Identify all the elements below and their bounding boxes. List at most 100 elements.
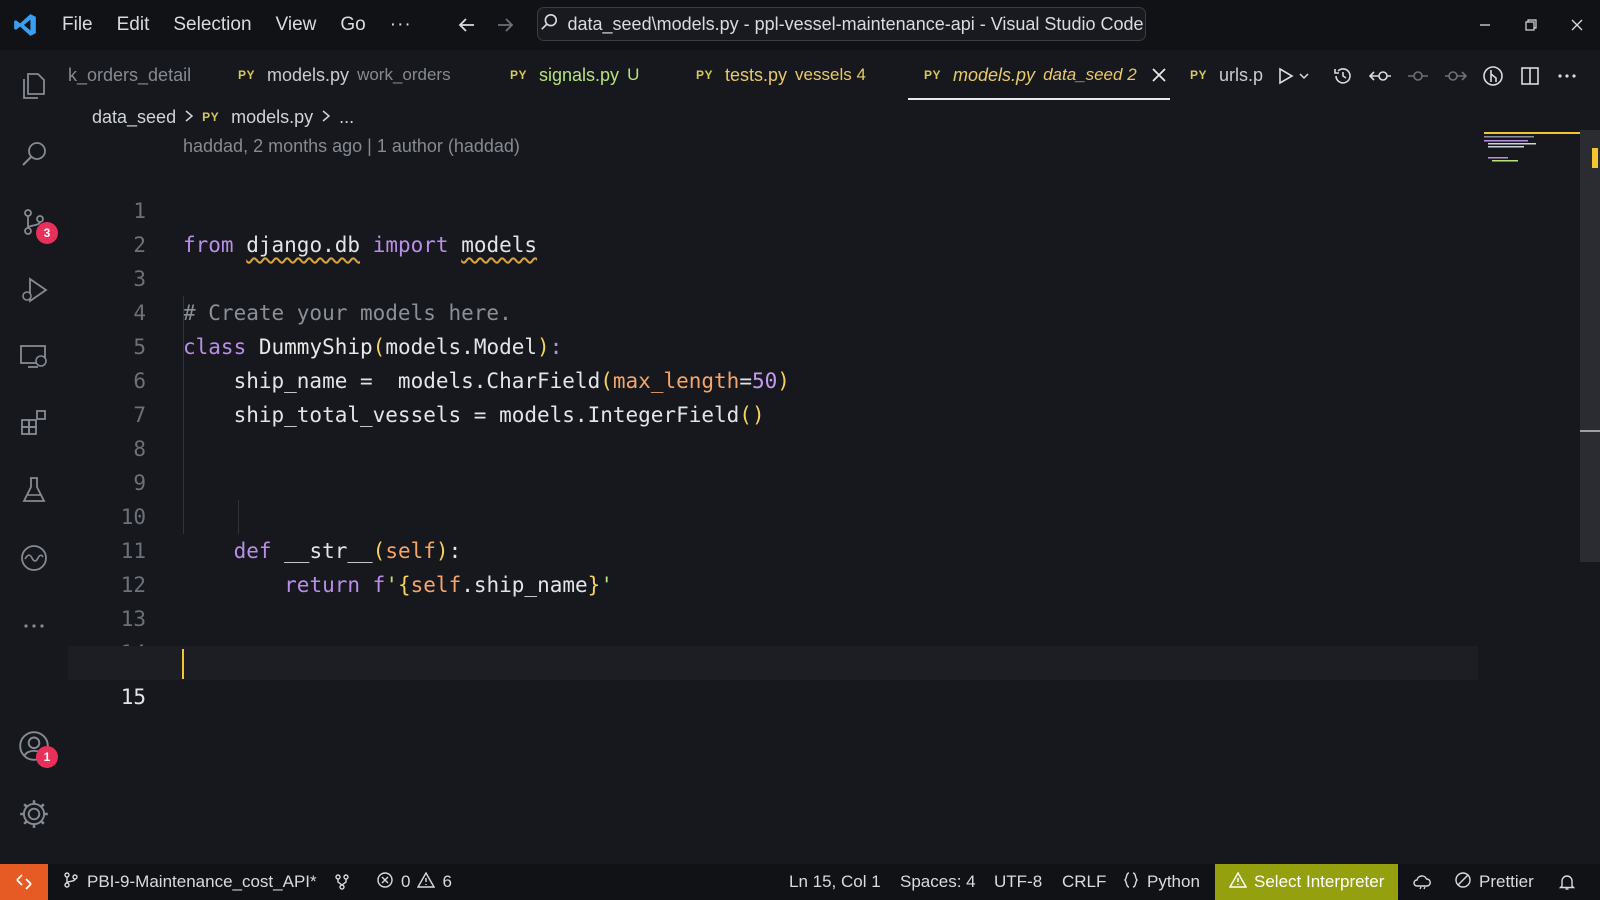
code-line-current[interactable]: 15 <box>68 646 1478 709</box>
settings-gear-icon[interactable] <box>14 794 54 834</box>
active-tab-indicator <box>908 98 1170 100</box>
menu-go[interactable]: Go <box>328 0 377 50</box>
select-interpreter-button[interactable]: Select Interpreter <box>1215 864 1399 900</box>
tab-models-work-orders[interactable]: PY models.py work_orders <box>238 50 451 100</box>
encoding-setting[interactable]: UTF-8 <box>994 864 1042 900</box>
problems-indicator[interactable]: 0 6 <box>376 864 452 900</box>
python-file-icon: PY <box>510 68 528 82</box>
menu-selection[interactable]: Selection <box>161 0 263 50</box>
python-file-icon: PY <box>696 68 714 82</box>
menu-view[interactable]: View <box>264 0 329 50</box>
language-mode[interactable]: Python <box>1122 864 1200 900</box>
search-icon <box>540 13 558 36</box>
python-file-icon: PY <box>202 110 220 124</box>
title-bar: File Edit Selection View Go ··· data_see… <box>0 0 1600 50</box>
remote-explorer-icon[interactable] <box>14 336 54 376</box>
tab-tests[interactable]: PY tests.py vessels 4 <box>696 50 866 100</box>
chevron-right-icon <box>184 107 194 128</box>
more-actions-icon[interactable] <box>1552 61 1582 91</box>
code-line[interactable]: 11 return f'{self.ship_name}' <box>68 500 1478 597</box>
code-line[interactable]: 5 ship_name = models.CharField(max_lengt… <box>68 296 1478 393</box>
extensions-icon[interactable] <box>14 402 54 442</box>
error-icon <box>376 871 394 894</box>
explorer-icon[interactable] <box>14 66 54 106</box>
braces-icon <box>1122 871 1140 894</box>
cursor-position[interactable]: Ln 15, Col 1 <box>789 864 881 900</box>
code-line[interactable]: 13 <box>68 568 1478 631</box>
python-file-icon: PY <box>924 68 942 82</box>
code-line[interactable]: 1 from django.db import models <box>68 160 1478 257</box>
source-control-badge: 3 <box>36 222 58 244</box>
git-graph-icon[interactable] <box>1478 61 1508 91</box>
minimize-icon[interactable] <box>1470 10 1500 40</box>
code-line[interactable]: 2 <box>68 194 1478 257</box>
remote-indicator-icon[interactable] <box>0 864 48 900</box>
tab-orders-detail[interactable]: k_orders_detail <box>68 50 191 100</box>
python-file-icon: PY <box>238 68 256 82</box>
error-count: 0 <box>401 872 411 891</box>
back-arrow-icon[interactable] <box>452 10 482 40</box>
timeline-wave-icon[interactable] <box>14 538 54 578</box>
previous-revision-icon[interactable] <box>1403 61 1433 91</box>
close-window-icon[interactable] <box>1562 10 1592 40</box>
code-line[interactable]: 3 # Create your models here. <box>68 228 1478 325</box>
code-line[interactable]: 9 <box>68 432 1478 495</box>
testing-flask-icon[interactable] <box>14 470 54 510</box>
close-tab-icon[interactable] <box>1151 67 1167 83</box>
open-changes-icon[interactable] <box>1366 61 1396 91</box>
code-line[interactable]: 6 ship_total_vessels = models.IntegerFie… <box>68 330 1478 427</box>
status-bar: PBI-9-Maintenance_cost_API* 0 6 Ln 15, C… <box>0 864 1600 900</box>
split-editor-icon[interactable] <box>1515 61 1545 91</box>
run-debug-icon[interactable] <box>14 270 54 310</box>
eol-setting[interactable]: CRLF <box>1062 864 1106 900</box>
branch-indicator[interactable]: PBI-9-Maintenance_cost_API* <box>62 864 317 900</box>
timeline-history-icon[interactable] <box>1328 61 1358 91</box>
accounts-badge: 1 <box>36 746 58 768</box>
tab-label: signals.py <box>539 64 620 85</box>
scrollbar-marker <box>1592 148 1598 168</box>
git-branch-icon <box>62 871 80 894</box>
git-graph-status-icon[interactable] <box>333 864 351 900</box>
vertical-scrollbar[interactable] <box>1580 130 1600 562</box>
language-label: Python <box>1147 872 1200 891</box>
breadcrumb-file[interactable]: models.py <box>231 107 313 128</box>
cloud-sync-icon[interactable] <box>1412 864 1432 900</box>
tab-label: tests.py <box>725 64 788 85</box>
tab-label: urls.p <box>1219 64 1264 85</box>
breadcrumb-folder[interactable]: data_seed <box>92 107 176 128</box>
tab-description: data_seed 2 <box>1043 65 1137 84</box>
tab-models-data-seed-active[interactable]: PY models.py data_seed 2 <box>924 50 1167 100</box>
menu-edit[interactable]: Edit <box>105 0 162 50</box>
restore-icon[interactable] <box>1516 10 1546 40</box>
accounts-icon[interactable]: 1 <box>14 726 58 768</box>
command-center-text: data_seed\models.py - ppl-vessel-mainten… <box>567 13 1144 34</box>
tab-status-untracked: U <box>627 65 640 84</box>
more-views-icon[interactable] <box>14 606 54 646</box>
notifications-bell-icon[interactable] <box>1558 864 1576 900</box>
code-line[interactable]: 7 <box>68 364 1478 427</box>
interpreter-label: Select Interpreter <box>1254 872 1385 891</box>
tab-description: work_orders <box>357 65 451 84</box>
menu-more-button[interactable]: ··· <box>378 0 424 50</box>
tab-signals[interactable]: PY signals.py U <box>510 50 639 100</box>
menu-file[interactable]: File <box>50 0 105 50</box>
indentation-setting[interactable]: Spaces: 4 <box>900 864 976 900</box>
prettier-status[interactable]: Prettier <box>1454 864 1534 900</box>
git-blame-codelens[interactable]: haddad, 2 months ago | 1 author (haddad) <box>183 136 520 157</box>
command-center-search[interactable]: data_seed\models.py - ppl-vessel-mainten… <box>537 7 1146 41</box>
forward-arrow-icon[interactable] <box>490 10 520 40</box>
code-line[interactable]: 8 <box>68 398 1478 461</box>
scrollbar-cursor-marker <box>1580 430 1600 432</box>
next-revision-icon[interactable] <box>1440 61 1470 91</box>
chevron-down-icon[interactable] <box>1294 61 1314 91</box>
source-control-icon[interactable]: 3 <box>14 202 58 244</box>
prettier-label: Prettier <box>1479 872 1534 891</box>
code-line[interactable]: 12 <box>68 534 1478 597</box>
code-line[interactable]: 14 <box>68 602 1478 665</box>
minimap[interactable] <box>1478 130 1580 190</box>
search-view-icon[interactable] <box>14 134 54 174</box>
code-line[interactable]: 10 def __str__(self): <box>68 466 1478 563</box>
code-line[interactable]: 4 class DummyShip(models.Model): <box>68 262 1478 359</box>
breadcrumb-symbols[interactable]: ... <box>339 107 354 128</box>
branch-name: PBI-9-Maintenance_cost_API* <box>87 872 317 891</box>
